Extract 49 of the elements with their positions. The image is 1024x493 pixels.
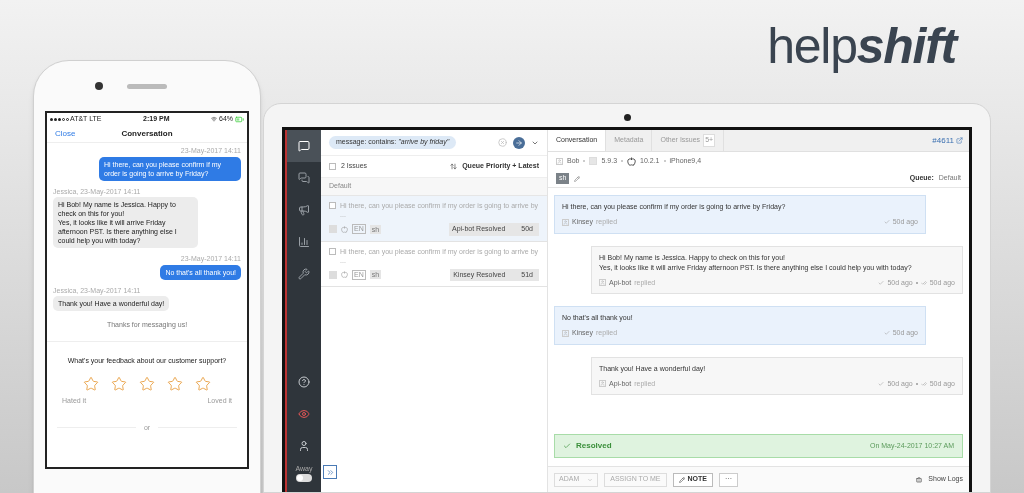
star-icon[interactable] [139,376,155,392]
star-rating[interactable] [83,376,211,392]
apple-icon [341,225,348,233]
avatar-placeholder [329,225,337,234]
read-check-icon [920,279,927,286]
camera-icon [95,82,103,90]
author-avatar-icon [599,279,606,287]
go-button[interactable] [513,136,525,149]
away-toggle[interactable] [296,474,312,482]
clear-icon[interactable] [498,138,507,147]
row-checkbox[interactable] [329,247,336,255]
close-button[interactable]: Close [55,127,95,140]
screen-title: Conversation [120,127,174,140]
sent-check-icon [878,279,885,286]
author-avatar-icon [562,218,569,226]
expand-button[interactable] [323,465,337,479]
double-chevron-icon [325,467,335,477]
pencil-icon [678,476,685,483]
author-avatar-icon [562,329,569,337]
apple-icon [627,156,637,166]
chat-icon[interactable] [287,130,321,162]
resolved-label: Resolved [576,440,612,452]
briefcase-icon [916,476,923,483]
star-icon[interactable] [111,376,127,392]
camera-icon [623,114,631,121]
sent-check-icon [883,330,890,337]
user-avatar-icon [556,157,563,165]
app-icon-placeholder [589,157,598,165]
read-check-icon [920,380,927,387]
wifi-icon [211,116,217,122]
star-icon[interactable] [83,376,99,392]
sent-check-icon [878,380,885,387]
battery-icon [235,114,244,124]
arrow-icon [515,138,523,147]
star-icon[interactable] [167,376,183,392]
author-avatar-icon [599,380,606,388]
apple-icon [341,271,348,279]
issue-id-link[interactable]: #4611 [932,130,956,151]
edit-icon[interactable] [574,175,581,182]
avatar-placeholder [329,270,337,279]
select-all-checkbox[interactable] [329,163,336,170]
caret-icon [587,476,594,483]
speaker-icon [127,83,167,89]
sort-icon [450,163,458,170]
star-icon[interactable] [195,376,211,392]
check-icon [563,442,571,450]
external-link-icon[interactable] [956,137,963,144]
row-checkbox[interactable] [329,202,336,209]
sent-check-icon [883,219,890,226]
